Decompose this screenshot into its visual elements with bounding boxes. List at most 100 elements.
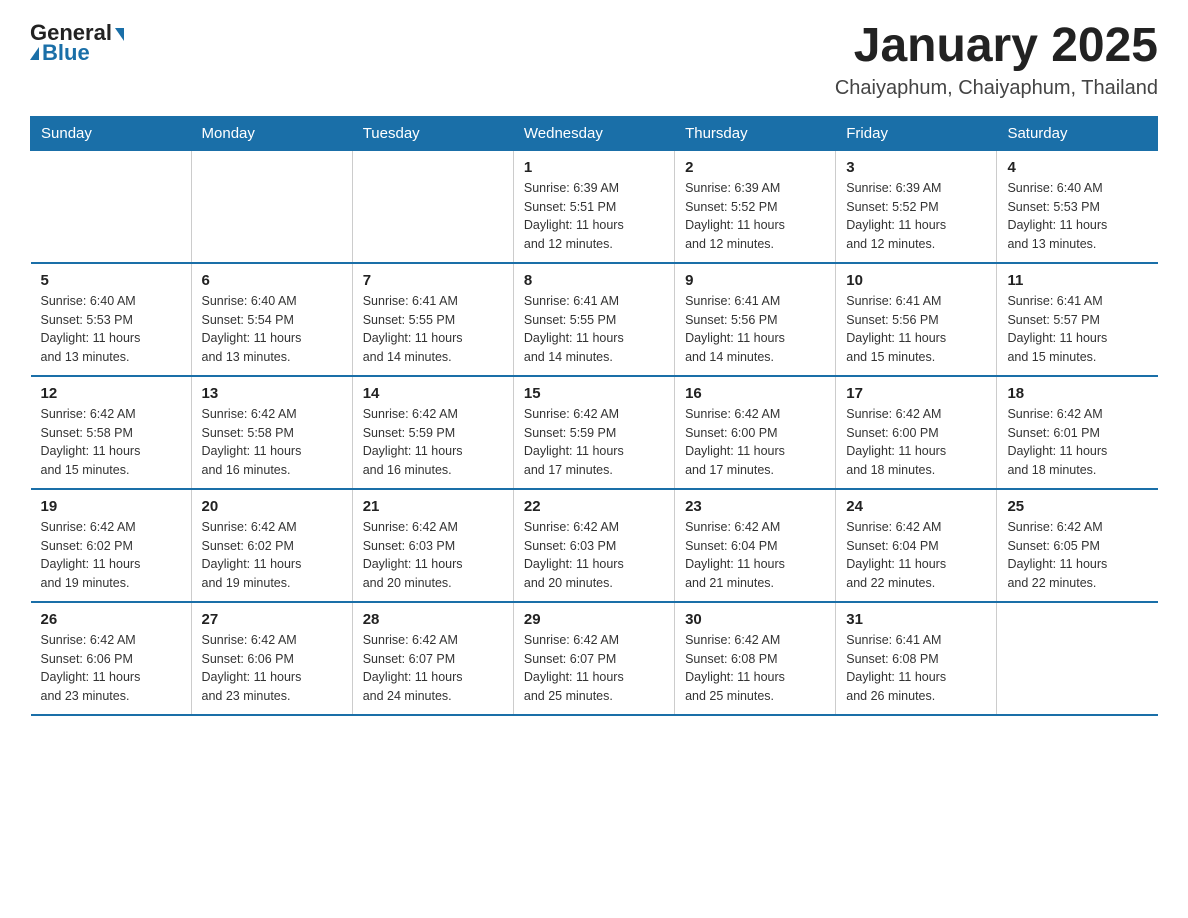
day-info: Sunrise: 6:42 AMSunset: 5:59 PMDaylight:… — [363, 405, 503, 480]
calendar-table: SundayMondayTuesdayWednesdayThursdayFrid… — [30, 116, 1158, 716]
day-info: Sunrise: 6:42 AMSunset: 6:06 PMDaylight:… — [202, 631, 342, 706]
weekday-header-monday: Monday — [191, 116, 352, 150]
day-number: 30 — [685, 611, 825, 628]
day-info: Sunrise: 6:41 AMSunset: 5:55 PMDaylight:… — [363, 292, 503, 367]
calendar-cell — [31, 150, 192, 263]
day-number: 17 — [846, 385, 986, 402]
day-number: 20 — [202, 498, 342, 515]
day-info: Sunrise: 6:41 AMSunset: 5:56 PMDaylight:… — [685, 292, 825, 367]
logo-triangle-icon — [115, 28, 124, 41]
day-number: 1 — [524, 159, 664, 176]
day-number: 13 — [202, 385, 342, 402]
week-row-4: 19 Sunrise: 6:42 AMSunset: 6:02 PMDayligh… — [31, 489, 1158, 602]
calendar-cell: 13 Sunrise: 6:42 AMSunset: 5:58 PMDayligh… — [191, 376, 352, 489]
day-number: 23 — [685, 498, 825, 515]
weekday-header-wednesday: Wednesday — [513, 116, 674, 150]
calendar-cell: 30 Sunrise: 6:42 AMSunset: 6:08 PMDayligh… — [675, 602, 836, 715]
calendar-header: SundayMondayTuesdayWednesdayThursdayFrid… — [31, 116, 1158, 150]
calendar-cell: 7Sunrise: 6:41 AMSunset: 5:55 PMDaylight… — [352, 263, 513, 376]
day-info: Sunrise: 6:39 AMSunset: 5:52 PMDaylight:… — [846, 179, 986, 254]
day-number: 29 — [524, 611, 664, 628]
day-number: 9 — [685, 272, 825, 289]
day-info: Sunrise: 6:42 AMSunset: 6:00 PMDaylight:… — [685, 405, 825, 480]
day-info: Sunrise: 6:42 AMSunset: 6:03 PMDaylight:… — [524, 518, 664, 593]
calendar-cell: 15 Sunrise: 6:42 AMSunset: 5:59 PMDayligh… — [513, 376, 674, 489]
day-info: Sunrise: 6:39 AMSunset: 5:51 PMDaylight:… — [524, 179, 664, 254]
day-number: 31 — [846, 611, 986, 628]
day-info: Sunrise: 6:41 AMSunset: 5:55 PMDaylight:… — [524, 292, 664, 367]
day-info: Sunrise: 6:42 AMSunset: 6:07 PMDaylight:… — [363, 631, 503, 706]
calendar-cell: 10 Sunrise: 6:41 AMSunset: 5:56 PMDayligh… — [836, 263, 997, 376]
day-info: Sunrise: 6:42 AMSunset: 6:02 PMDaylight:… — [202, 518, 342, 593]
week-row-1: 1 Sunrise: 6:39 AMSunset: 5:51 PMDaylight… — [31, 150, 1158, 263]
calendar-cell: 25 Sunrise: 6:42 AMSunset: 6:05 PMDayligh… — [997, 489, 1158, 602]
calendar-cell: 3 Sunrise: 6:39 AMSunset: 5:52 PMDaylight… — [836, 150, 997, 263]
day-info: Sunrise: 6:41 AMSunset: 6:08 PMDaylight:… — [846, 631, 986, 706]
day-number: 2 — [685, 159, 825, 176]
day-info: Sunrise: 6:42 AMSunset: 6:02 PMDaylight:… — [41, 518, 181, 593]
day-info: Sunrise: 6:42 AMSunset: 5:58 PMDaylight:… — [41, 405, 181, 480]
day-number: 22 — [524, 498, 664, 515]
day-number: 10 — [846, 272, 986, 289]
calendar-cell: 21 Sunrise: 6:42 AMSunset: 6:03 PMDayligh… — [352, 489, 513, 602]
calendar-cell: 2Sunrise: 6:39 AMSunset: 5:52 PMDaylight… — [675, 150, 836, 263]
calendar-cell: 6Sunrise: 6:40 AMSunset: 5:54 PMDaylight… — [191, 263, 352, 376]
day-number: 18 — [1007, 385, 1147, 402]
day-info: Sunrise: 6:41 AMSunset: 5:56 PMDaylight:… — [846, 292, 986, 367]
day-number: 19 — [41, 498, 181, 515]
day-number: 24 — [846, 498, 986, 515]
day-info: Sunrise: 6:42 AMSunset: 6:08 PMDaylight:… — [685, 631, 825, 706]
day-info: Sunrise: 6:42 AMSunset: 5:58 PMDaylight:… — [202, 405, 342, 480]
calendar-cell — [352, 150, 513, 263]
day-number: 16 — [685, 385, 825, 402]
weekday-header-thursday: Thursday — [675, 116, 836, 150]
calendar-cell: 28 Sunrise: 6:42 AMSunset: 6:07 PMDayligh… — [352, 602, 513, 715]
calendar-cell: 1 Sunrise: 6:39 AMSunset: 5:51 PMDaylight… — [513, 150, 674, 263]
day-info: Sunrise: 6:42 AMSunset: 5:59 PMDaylight:… — [524, 405, 664, 480]
month-title: January 2025 — [835, 20, 1158, 73]
calendar-cell: 4Sunrise: 6:40 AMSunset: 5:53 PMDaylight… — [997, 150, 1158, 263]
calendar-cell: 12 Sunrise: 6:42 AMSunset: 5:58 PMDayligh… — [31, 376, 192, 489]
logo: General Blue — [30, 20, 124, 66]
day-info: Sunrise: 6:40 AMSunset: 5:53 PMDaylight:… — [41, 292, 181, 367]
day-number: 4 — [1007, 159, 1147, 176]
calendar-cell — [997, 602, 1158, 715]
logo-blue-triangle-icon — [30, 47, 39, 60]
calendar-cell: 24 Sunrise: 6:42 AMSunset: 6:04 PMDayligh… — [836, 489, 997, 602]
day-number: 21 — [363, 498, 503, 515]
day-info: Sunrise: 6:42 AMSunset: 6:06 PMDaylight:… — [41, 631, 181, 706]
day-number: 5 — [41, 272, 181, 289]
weekday-row: SundayMondayTuesdayWednesdayThursdayFrid… — [31, 116, 1158, 150]
calendar-cell: 11Sunrise: 6:41 AMSunset: 5:57 PMDayligh… — [997, 263, 1158, 376]
calendar-cell: 31 Sunrise: 6:41 AMSunset: 6:08 PMDayligh… — [836, 602, 997, 715]
day-info: Sunrise: 6:42 AMSunset: 6:04 PMDaylight:… — [685, 518, 825, 593]
day-info: Sunrise: 6:41 AMSunset: 5:57 PMDaylight:… — [1007, 292, 1147, 367]
calendar-cell: 17 Sunrise: 6:42 AMSunset: 6:00 PMDayligh… — [836, 376, 997, 489]
day-number: 15 — [524, 385, 664, 402]
page-header: General Blue January 2025 Chaiyaphum, Ch… — [30, 20, 1158, 100]
day-number: 28 — [363, 611, 503, 628]
week-row-2: 5 Sunrise: 6:40 AMSunset: 5:53 PMDaylight… — [31, 263, 1158, 376]
day-number: 25 — [1007, 498, 1147, 515]
day-number: 12 — [41, 385, 181, 402]
day-info: Sunrise: 6:42 AMSunset: 6:03 PMDaylight:… — [363, 518, 503, 593]
calendar-cell: 26 Sunrise: 6:42 AMSunset: 6:06 PMDayligh… — [31, 602, 192, 715]
location-title: Chaiyaphum, Chaiyaphum, Thailand — [835, 77, 1158, 100]
day-number: 26 — [41, 611, 181, 628]
day-info: Sunrise: 6:42 AMSunset: 6:04 PMDaylight:… — [846, 518, 986, 593]
calendar-cell: 5 Sunrise: 6:40 AMSunset: 5:53 PMDaylight… — [31, 263, 192, 376]
day-number: 3 — [846, 159, 986, 176]
calendar-cell: 22 Sunrise: 6:42 AMSunset: 6:03 PMDayligh… — [513, 489, 674, 602]
day-info: Sunrise: 6:42 AMSunset: 6:01 PMDaylight:… — [1007, 405, 1147, 480]
day-number: 8 — [524, 272, 664, 289]
calendar-cell: 8 Sunrise: 6:41 AMSunset: 5:55 PMDaylight… — [513, 263, 674, 376]
day-info: Sunrise: 6:42 AMSunset: 6:05 PMDaylight:… — [1007, 518, 1147, 593]
calendar-cell: 16 Sunrise: 6:42 AMSunset: 6:00 PMDayligh… — [675, 376, 836, 489]
calendar-cell: 19 Sunrise: 6:42 AMSunset: 6:02 PMDayligh… — [31, 489, 192, 602]
calendar-cell: 14Sunrise: 6:42 AMSunset: 5:59 PMDayligh… — [352, 376, 513, 489]
calendar-cell: 29Sunrise: 6:42 AMSunset: 6:07 PMDayligh… — [513, 602, 674, 715]
weekday-header-sunday: Sunday — [31, 116, 192, 150]
calendar-cell: 27 Sunrise: 6:42 AMSunset: 6:06 PMDayligh… — [191, 602, 352, 715]
day-info: Sunrise: 6:42 AMSunset: 6:00 PMDaylight:… — [846, 405, 986, 480]
day-number: 27 — [202, 611, 342, 628]
